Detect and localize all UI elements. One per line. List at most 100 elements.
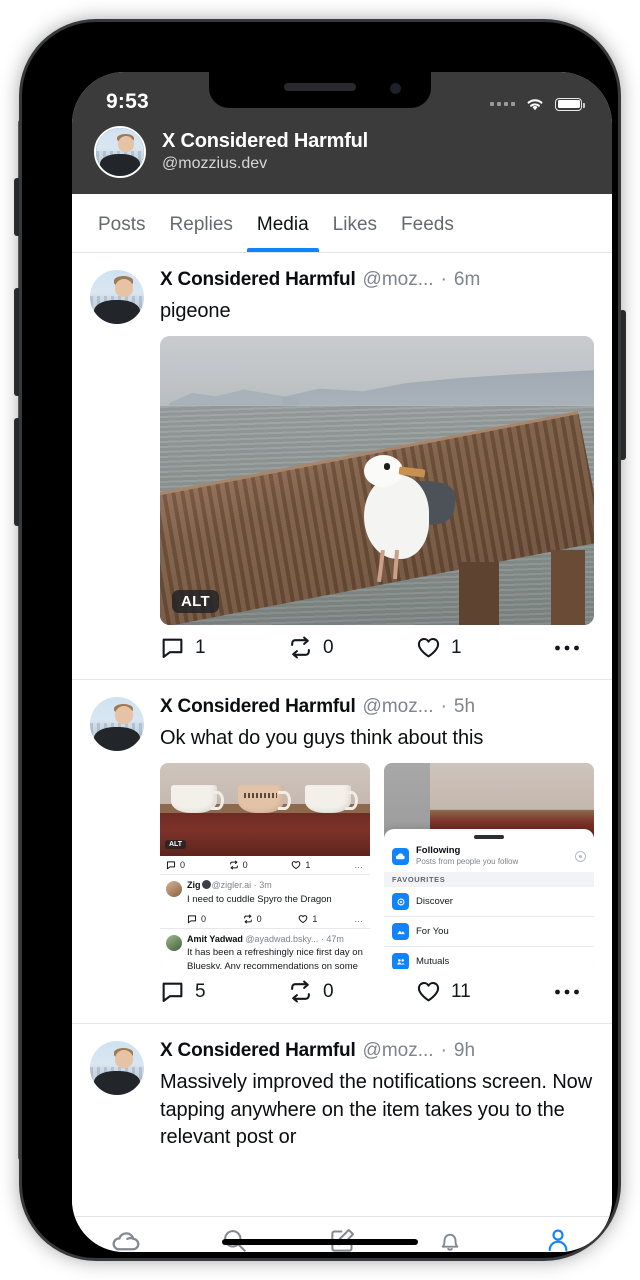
sheet-item-label: Mutuals bbox=[416, 956, 450, 968]
sheet-following-row: Following Posts from people you follow bbox=[384, 839, 594, 872]
separator-dot: · bbox=[253, 880, 257, 891]
nav-item-profile[interactable]: Profile bbox=[504, 1227, 612, 1252]
post-author-name[interactable]: X Considered Harmful bbox=[160, 694, 356, 720]
like-count: 1 bbox=[312, 913, 318, 924]
reply-count: 0 bbox=[201, 913, 207, 924]
reply-action[interactable]: 1 bbox=[160, 635, 288, 660]
reply-count: 5 bbox=[195, 980, 206, 1002]
profile-identity: X Considered Harmful @mozzius.dev bbox=[162, 129, 368, 175]
phone-frame: 9:53 X Considered Harmful @mozzius.dev P… bbox=[22, 22, 618, 1258]
cellular-dots-icon bbox=[490, 102, 515, 106]
repost-action[interactable]: 0 bbox=[288, 979, 416, 1004]
for-you-icon bbox=[392, 923, 409, 941]
alt-badge[interactable]: ALT bbox=[172, 590, 219, 614]
tab-replies[interactable]: Replies bbox=[158, 194, 245, 252]
repost-count: 0 bbox=[323, 636, 334, 658]
post-item[interactable]: X Considered Harmful @moz... · 6m pigeon… bbox=[72, 253, 612, 681]
mutuals-icon bbox=[392, 953, 409, 970]
discover-icon bbox=[392, 893, 409, 911]
sheet-following-text: Following Posts from people you follow bbox=[416, 845, 518, 867]
separator-dot: · bbox=[440, 1040, 447, 1062]
separator-dot: · bbox=[440, 269, 447, 290]
avatar[interactable] bbox=[90, 270, 144, 324]
avatar[interactable] bbox=[90, 697, 144, 752]
feeds-bottom-sheet: Following Posts from people you follow F… bbox=[384, 829, 594, 970]
embedded-post-item: Amit Yadwad @ayadwad.bsky... · 47m It ha… bbox=[160, 927, 370, 970]
feed-list[interactable]: X Considered Harmful @moz... · 6m pigeon… bbox=[72, 253, 612, 1216]
post-body: X Considered Harmful @moz... · 9h Massiv… bbox=[160, 1038, 594, 1157]
verified-icon bbox=[201, 880, 211, 890]
embedded-post-header: Zig @zigler.ai · 3m bbox=[187, 880, 364, 892]
profile-display-name: X Considered Harmful bbox=[162, 130, 369, 153]
nav-item-feeds[interactable]: Feeds bbox=[72, 1227, 180, 1252]
sheet-item-mutuals: Mutuals bbox=[384, 947, 594, 970]
post-timestamp: 6m bbox=[453, 269, 481, 290]
like-action[interactable]: 1 bbox=[416, 635, 544, 660]
tab-media[interactable]: Media bbox=[245, 194, 321, 252]
repost-count: 0 bbox=[323, 980, 334, 1002]
profile-avatar[interactable] bbox=[94, 126, 146, 178]
sheet-item-discover: Discover bbox=[384, 887, 594, 918]
notch bbox=[209, 72, 431, 108]
reply-icon bbox=[162, 638, 183, 659]
repost-action: 0 bbox=[229, 860, 292, 870]
post-image-right[interactable]: Following Posts from people you follow F… bbox=[384, 763, 594, 970]
avatar bbox=[166, 934, 182, 951]
bottom-navigation: Feeds Search Post bbox=[72, 1216, 612, 1252]
volume-up-button[interactable] bbox=[14, 288, 21, 396]
post-timestamp: 9h bbox=[453, 1040, 476, 1062]
post-text: pigeone bbox=[160, 299, 231, 322]
phone-screen: 9:53 X Considered Harmful @mozzius.dev P… bbox=[72, 72, 612, 1252]
home-indicator[interactable] bbox=[222, 1239, 418, 1245]
post-header: X Considered Harmful @moz... · 5h bbox=[160, 694, 594, 720]
post-author-name[interactable]: X Considered Harmful bbox=[160, 267, 356, 293]
more-options-button[interactable] bbox=[554, 644, 594, 652]
power-button[interactable] bbox=[619, 310, 626, 460]
repost-icon bbox=[229, 860, 238, 870]
post-author-name: Amit Yadwad bbox=[187, 933, 243, 944]
seagull-photo bbox=[160, 336, 594, 626]
mute-switch-button[interactable] bbox=[14, 178, 21, 236]
post-image-left[interactable]: ALT 0 0 1 … Zig @zigler.ai · 3m I need t… bbox=[160, 763, 370, 970]
volume-down-button[interactable] bbox=[14, 418, 21, 526]
post-image-grid: ALT 0 0 1 … Zig @zigler.ai · 3m I need t… bbox=[160, 763, 594, 970]
post-author-name[interactable]: X Considered Harmful bbox=[160, 1038, 356, 1064]
sheet-item-for-you: For You bbox=[384, 917, 594, 948]
avatar bbox=[166, 881, 182, 898]
tab-feeds[interactable]: Feeds bbox=[389, 194, 466, 252]
person-icon bbox=[548, 1229, 568, 1252]
repost-action[interactable]: 0 bbox=[288, 635, 416, 660]
more-options-button[interactable] bbox=[554, 988, 594, 996]
reply-count: 1 bbox=[195, 636, 206, 658]
post-text: It has been a refreshingly nice first da… bbox=[187, 947, 363, 970]
like-action[interactable]: 11 bbox=[416, 979, 544, 1004]
tab-posts[interactable]: Posts bbox=[86, 194, 158, 252]
post-item[interactable]: X Considered Harmful @moz... · 9h Massiv… bbox=[72, 1024, 612, 1157]
sheet-subtitle: Posts from people you follow bbox=[416, 856, 519, 866]
post-text: Massively improved the notifications scr… bbox=[160, 1071, 593, 1149]
repost-count: 0 bbox=[256, 913, 262, 924]
post-timestamp: 47m bbox=[326, 933, 344, 944]
post-author-handle: @moz... bbox=[362, 696, 434, 718]
sheet-item-label: For You bbox=[416, 926, 449, 938]
sheet-item-label: Discover bbox=[416, 896, 453, 908]
sheet-section-label: FAVOURITES bbox=[384, 872, 594, 888]
status-bar-time: 9:53 bbox=[106, 90, 149, 113]
like-count: 1 bbox=[305, 860, 311, 871]
post-image[interactable]: ALT bbox=[160, 336, 594, 626]
ellipsis-icon bbox=[555, 989, 579, 995]
repost-action: 0 bbox=[243, 914, 299, 924]
reply-action[interactable]: 5 bbox=[160, 979, 288, 1004]
post-author-name: Zig bbox=[187, 880, 201, 891]
like-count: 1 bbox=[451, 636, 462, 658]
front-camera bbox=[390, 83, 401, 94]
post-item[interactable]: X Considered Harmful @moz... · 5h Ok wha… bbox=[72, 680, 612, 1025]
post-actions: 1 0 1 bbox=[160, 625, 594, 673]
embedded-post-header: Amit Yadwad @ayadwad.bsky... · 47m bbox=[187, 934, 364, 946]
avatar[interactable] bbox=[90, 1041, 144, 1096]
embedded-post-item: Zig @zigler.ai · 3m I need to cuddle Spyr… bbox=[160, 874, 370, 909]
screenshot-stage: 9:53 X Considered Harmful @mozzius.dev P… bbox=[0, 0, 640, 1280]
embedded-post-actions: 0 0 1 … bbox=[160, 910, 370, 928]
embedded-post-actions: 0 0 1 … bbox=[160, 856, 370, 874]
tab-likes[interactable]: Likes bbox=[321, 194, 389, 252]
